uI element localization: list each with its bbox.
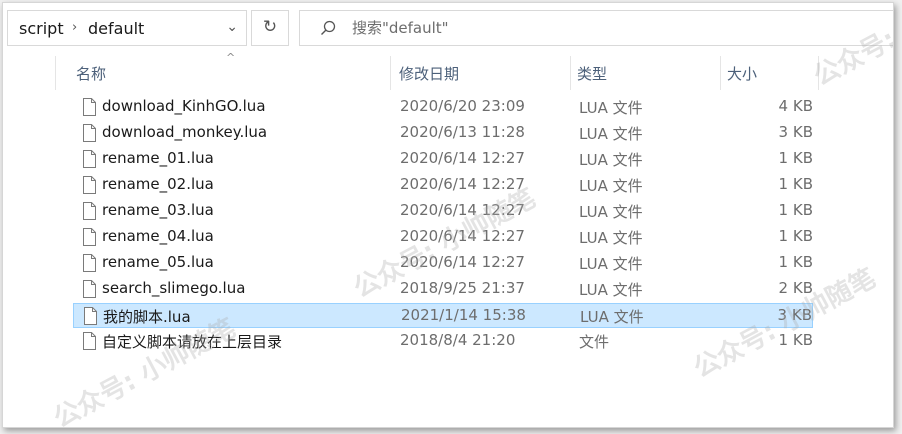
file-type: LUA 文件 [579,255,643,273]
column-header-type[interactable]: 类型 [577,63,607,84]
column-divider[interactable] [390,56,391,90]
file-icon [83,332,96,350]
file-size: 1 KB [778,253,813,271]
file-row[interactable]: rename_01.lua 2020/6/14 12:27 LUA 文件 1 K… [73,147,813,172]
file-type: LUA 文件 [579,125,643,143]
file-modified: 2020/6/20 23:09 [400,97,525,115]
file-icon [83,98,96,116]
breadcrumb-default[interactable]: default [88,19,144,38]
file-type: LUA 文件 [579,177,643,195]
file-name: rename_02.lua [102,175,214,193]
chevron-right-icon[interactable]: › [72,20,77,35]
column-header: 名称 ^ 修改日期 类型 大小 [3,51,891,91]
file-row[interactable]: rename_03.lua 2020/6/14 12:27 LUA 文件 1 K… [73,199,813,224]
file-modified: 2020/6/14 12:27 [400,227,525,245]
file-size: 1 KB [778,175,813,193]
column-header-size[interactable]: 大小 [727,63,757,84]
file-modified: 2020/6/14 12:27 [400,175,525,193]
file-row[interactable]: download_monkey.lua 2020/6/13 11:28 LUA … [73,121,813,146]
file-icon [83,280,96,298]
column-divider[interactable] [818,56,819,90]
file-name: rename_01.lua [102,149,214,167]
file-name: rename_04.lua [102,227,214,245]
file-type: LUA 文件 [579,99,643,117]
search-input[interactable] [350,18,654,38]
file-name: rename_03.lua [102,201,214,219]
file-name: search_slimego.lua [102,279,246,297]
file-modified: 2020/6/13 11:28 [400,123,525,141]
refresh-button[interactable]: ↻ [251,10,289,46]
file-size: 2 KB [778,279,813,297]
file-size: 1 KB [778,149,813,167]
column-divider [55,56,56,90]
explorer-window: script › default ⌄ ↻ 名称 ^ 修改日期 类型 大小 dow… [2,2,894,428]
file-size: 4 KB [778,97,813,115]
file-modified: 2018/9/25 21:37 [400,279,525,297]
file-icon [83,228,96,246]
sort-ascending-icon: ^ [226,51,236,64]
column-header-name[interactable]: 名称 [76,63,106,84]
file-row[interactable]: rename_04.lua 2020/6/14 12:27 LUA 文件 1 K… [73,225,813,250]
column-header-modified[interactable]: 修改日期 [399,63,459,84]
file-icon [83,150,96,168]
file-type: LUA 文件 [579,151,643,169]
file-name: rename_05.lua [102,253,214,271]
address-bar[interactable]: script › default ⌄ [7,10,247,46]
file-type: LUA 文件 [579,281,643,299]
file-icon [84,307,97,325]
column-divider[interactable] [720,56,721,90]
file-type: LUA 文件 [579,203,643,221]
file-row[interactable]: 我的脚本.lua 2021/1/14 15:38 LUA 文件 3 KB [73,303,813,328]
file-size: 3 KB [777,306,812,324]
search-box[interactable] [299,10,893,46]
file-icon [83,176,96,194]
file-modified: 2021/1/14 15:38 [401,306,526,324]
column-divider[interactable] [570,56,571,90]
breadcrumb-script[interactable]: script [19,19,64,38]
file-row[interactable]: download_KinhGO.lua 2020/6/20 23:09 LUA … [73,95,813,120]
file-icon [83,202,96,220]
file-size: 1 KB [778,331,813,349]
file-icon [83,124,96,142]
file-modified: 2018/8/4 21:20 [400,331,516,349]
file-row[interactable]: search_slimego.lua 2018/9/25 21:37 LUA 文… [73,277,813,302]
chevron-down-icon[interactable]: ⌄ [226,19,238,35]
file-row[interactable]: 自定义脚本请放在上层目录 2018/8/4 21:20 文件 1 KB [73,329,813,354]
file-modified: 2020/6/14 12:27 [400,201,525,219]
file-size: 1 KB [778,201,813,219]
file-name: download_KinhGO.lua [102,97,266,115]
file-row[interactable]: rename_05.lua 2020/6/14 12:27 LUA 文件 1 K… [73,251,813,276]
file-row[interactable]: rename_02.lua 2020/6/14 12:27 LUA 文件 1 K… [73,173,813,198]
file-name: 我的脚本.lua [103,308,191,326]
file-size: 1 KB [778,227,813,245]
file-size: 3 KB [778,123,813,141]
refresh-icon: ↻ [262,17,278,37]
file-type: 文件 [579,333,610,351]
file-modified: 2020/6/14 12:27 [400,149,525,167]
file-type: LUA 文件 [580,308,644,326]
file-type: LUA 文件 [579,229,643,247]
file-icon [83,254,96,272]
file-name: download_monkey.lua [102,123,268,141]
file-modified: 2020/6/14 12:27 [400,253,525,271]
file-name: 自定义脚本请放在上层目录 [102,333,283,351]
search-icon [321,20,336,35]
